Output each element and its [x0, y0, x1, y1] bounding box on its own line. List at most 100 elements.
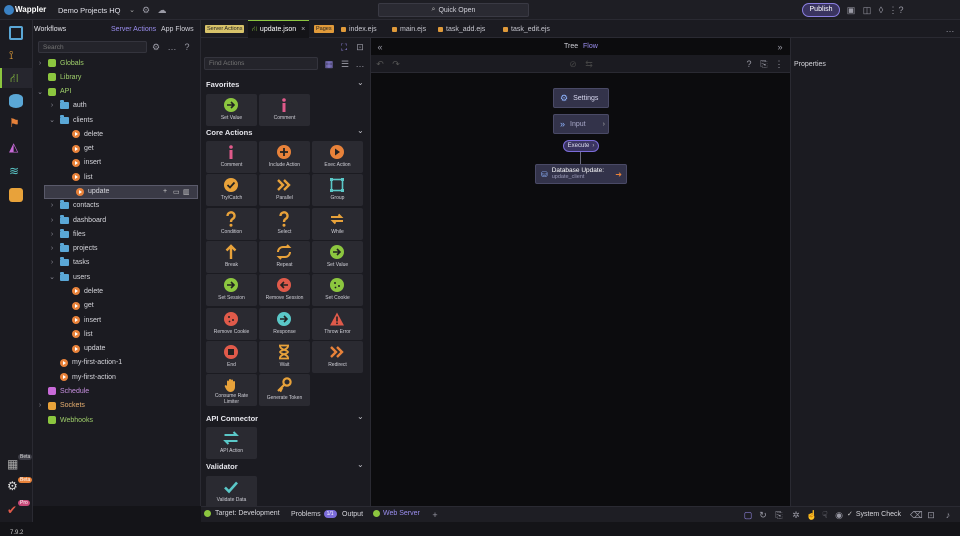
- publish-button[interactable]: Publish: [802, 3, 840, 17]
- action-tile[interactable]: While: [312, 207, 363, 240]
- tree-action[interactable]: insert: [60, 156, 101, 170]
- redo-icon[interactable]: ↷: [391, 59, 401, 69]
- robot-icon[interactable]: ⊡: [926, 510, 936, 520]
- tree-section[interactable]: › Sockets: [36, 399, 85, 413]
- chevron-down-icon[interactable]: ⌄: [357, 78, 364, 87]
- action-tile[interactable]: Group: [312, 174, 363, 207]
- more-horizontal-icon[interactable]: …: [167, 42, 177, 52]
- eraser-icon[interactable]: ⌫: [910, 510, 923, 520]
- collapse-left-icon[interactable]: «: [375, 42, 385, 52]
- input-node[interactable]: » Input ›: [553, 114, 609, 134]
- help-icon[interactable]: ?: [744, 59, 754, 69]
- action-tile[interactable]: End: [206, 340, 257, 373]
- trash-icon[interactable]: ▥: [183, 188, 190, 196]
- tree-action[interactable]: list: [60, 327, 93, 341]
- chevron-down-icon[interactable]: ⌄: [36, 88, 44, 96]
- action-tile[interactable]: Parallel: [259, 174, 310, 207]
- action-tile[interactable]: Try/Catch: [206, 174, 257, 207]
- layout-icon[interactable]: ▣: [846, 5, 856, 15]
- quick-open-button[interactable]: ⌕ Quick Open: [378, 3, 529, 17]
- workflows-icon[interactable]: ⟟: [9, 48, 23, 62]
- undo-icon[interactable]: ↶: [375, 59, 385, 69]
- tree-action[interactable]: get: [60, 299, 94, 313]
- tree-action[interactable]: update + ▭ ▥: [44, 184, 198, 199]
- chevron-right-icon[interactable]: ›: [48, 202, 56, 209]
- export-icon[interactable]: ⎘: [759, 59, 769, 69]
- search-input[interactable]: [38, 41, 147, 53]
- action-tile[interactable]: API Action: [206, 427, 257, 459]
- list-view-icon[interactable]: ☰: [340, 59, 350, 69]
- tree-action[interactable]: delete: [60, 284, 103, 298]
- tree-action[interactable]: get: [60, 142, 94, 156]
- broadcast-icon[interactable]: ◉: [834, 510, 844, 520]
- action-tile[interactable]: Response: [259, 307, 310, 340]
- tab-flow[interactable]: Flow: [583, 43, 598, 50]
- action-tile[interactable]: Include Action: [259, 141, 310, 173]
- tree-section[interactable]: › Globals: [36, 56, 84, 70]
- tree-action[interactable]: my-first-action-1: [48, 356, 122, 370]
- chevron-right-icon[interactable]: ›: [48, 102, 56, 109]
- chevron-right-icon[interactable]: ›: [48, 217, 56, 224]
- system-check-button[interactable]: ✓ System Check: [847, 510, 901, 519]
- action-tile[interactable]: Set Cookie: [312, 274, 363, 307]
- layout-square-icon[interactable]: ▢: [743, 510, 753, 520]
- action-tile[interactable]: Wait: [259, 340, 310, 373]
- action-tile[interactable]: Remove Session: [259, 274, 310, 307]
- chevron-down-icon[interactable]: ⌄: [357, 412, 364, 421]
- bell-icon[interactable]: ♪: [943, 510, 953, 520]
- tree-folder[interactable]: › tasks: [48, 256, 89, 270]
- section-title[interactable]: Validator: [206, 462, 238, 471]
- tab-app-flows[interactable]: App Flows: [161, 26, 194, 33]
- sitemap-icon[interactable]: ⛶: [339, 42, 349, 52]
- collapse-right-icon[interactable]: »: [775, 42, 785, 52]
- folder-add-icon[interactable]: ▭: [173, 188, 180, 196]
- chevron-down-icon[interactable]: ⌄: [357, 460, 364, 469]
- action-tile[interactable]: Exec Action: [312, 141, 363, 173]
- project-selector[interactable]: Demo Projects HQ ⌄: [58, 3, 135, 17]
- grid-view-icon[interactable]: ▦: [324, 59, 334, 69]
- chevron-right-icon[interactable]: ›: [48, 259, 56, 266]
- tree-section[interactable]: ⌄ API: [36, 85, 71, 99]
- tree-folder[interactable]: › auth: [48, 99, 87, 113]
- export-icon[interactable]: ⎘: [774, 510, 784, 520]
- chevron-down-icon[interactable]: ⌄: [48, 273, 56, 281]
- filter-icon[interactable]: ⚙: [151, 42, 161, 52]
- action-tile[interactable]: Redirect: [312, 340, 363, 373]
- action-tile[interactable]: Select: [259, 207, 310, 240]
- robot-icon[interactable]: [9, 188, 23, 202]
- chevron-down-icon[interactable]: ⌄: [48, 116, 56, 124]
- server-workflows-icon[interactable]: ⛙: [0, 68, 33, 88]
- tree-section[interactable]: Library: [36, 70, 81, 84]
- tree-folder[interactable]: › dashboard: [48, 213, 106, 227]
- database-icon[interactable]: [9, 94, 23, 108]
- tree-action[interactable]: insert: [60, 313, 101, 327]
- action-tile[interactable]: Consume Rate Limiter: [206, 374, 257, 407]
- tab-index-ejs[interactable]: index.ejs: [341, 20, 377, 38]
- section-title[interactable]: Core Actions: [206, 128, 252, 137]
- action-tile[interactable]: Set Value: [312, 240, 363, 273]
- thumbs-up-icon[interactable]: ☝: [806, 510, 817, 520]
- web-server-button[interactable]: Web Server: [373, 510, 420, 517]
- layers-icon[interactable]: ≋: [9, 164, 23, 178]
- tab-tree[interactable]: Tree: [564, 43, 578, 50]
- chevron-right-icon[interactable]: ›: [48, 231, 56, 238]
- gear-icon[interactable]: ⚙: [141, 5, 151, 15]
- plus-icon[interactable]: +: [430, 510, 440, 520]
- tab-main-ejs[interactable]: main.ejs: [392, 20, 426, 38]
- find-actions-input[interactable]: [204, 57, 318, 70]
- action-tile[interactable]: Condition: [206, 207, 257, 240]
- action-tile[interactable]: Set Value: [206, 94, 257, 126]
- tree-action[interactable]: my-first-action: [48, 370, 116, 384]
- tab-server-actions[interactable]: Server Actions: [111, 26, 156, 33]
- action-tile[interactable]: Comment: [259, 94, 310, 126]
- chevron-right-icon[interactable]: ›: [36, 60, 44, 67]
- tree-folder[interactable]: › contacts: [48, 199, 99, 213]
- tab-task-add-ejs[interactable]: task_add.ejs: [438, 20, 485, 38]
- shapes-icon[interactable]: ◭: [9, 140, 23, 154]
- tree-action[interactable]: list: [60, 170, 93, 184]
- action-tile[interactable]: Break: [206, 240, 257, 273]
- action-tile[interactable]: Remove Cookie: [206, 307, 257, 340]
- execute-node[interactable]: Execute ›: [563, 140, 599, 152]
- action-tile[interactable]: Repeat: [259, 240, 310, 273]
- plus-icon[interactable]: +: [163, 188, 167, 195]
